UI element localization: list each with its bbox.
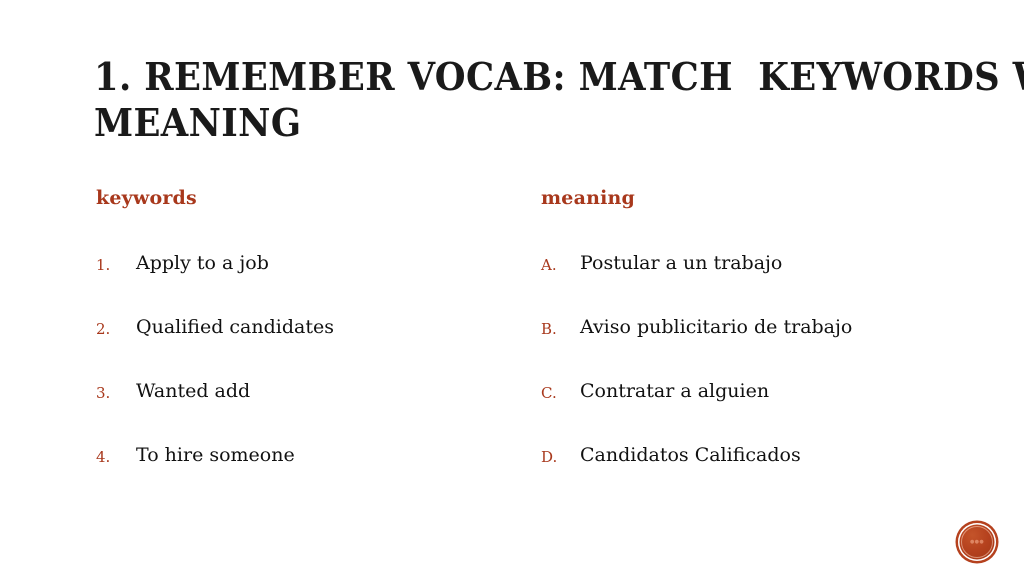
slide-canvas: 1. REMEMBER VOCAB: MATCH KEYWORDS WITH T…	[0, 0, 1024, 576]
list-item-label: Contratar a alguien	[580, 380, 770, 402]
badge-mark-text: ●●●	[970, 539, 984, 545]
list-item-marker: B.	[541, 320, 557, 338]
list-item-marker: A.	[541, 256, 557, 274]
list-item: 4. To hire someone	[96, 442, 516, 506]
list-item-label: Candidatos Calificados	[580, 444, 801, 466]
list-item: B. Aviso publicitario de trabajo	[541, 314, 971, 378]
list-item: 1. Apply to a job	[96, 250, 516, 314]
list-item: 2. Qualified candidates	[96, 314, 516, 378]
page-title-line-1: 1. REMEMBER VOCAB: MATCH KEYWORDS WITH T…	[94, 54, 1024, 99]
list-item-label: Wanted add	[136, 380, 251, 402]
list-item: A. Postular a un trabajo	[541, 250, 971, 314]
list-item-marker: 3.	[96, 384, 111, 402]
list-item: 3. Wanted add	[96, 378, 516, 442]
list-item: D. Candidatos Calificados	[541, 442, 971, 506]
list-item-label: Postular a un trabajo	[580, 252, 783, 274]
list-item-label: To hire someone	[136, 444, 295, 466]
list-item-label: Apply to a job	[136, 252, 269, 274]
list-item-marker: 2.	[96, 320, 111, 338]
list-item-marker: 1.	[96, 256, 111, 274]
column-header-keywords: keywords	[96, 187, 197, 209]
list-item-label: Qualified candidates	[136, 316, 334, 338]
list-item-marker: D.	[541, 448, 558, 466]
meaning-list: A. Postular a un trabajo B. Aviso public…	[541, 250, 971, 506]
list-item: C. Contratar a alguien	[541, 378, 971, 442]
list-item-marker: C.	[541, 384, 557, 402]
keywords-list: 1. Apply to a job 2. Qualified candidate…	[96, 250, 516, 506]
page-title-line-2: MEANING	[94, 100, 302, 145]
page-title: 1. REMEMBER VOCAB: MATCH KEYWORDS WITH T…	[94, 54, 1024, 146]
list-item-marker: 4.	[96, 448, 111, 466]
column-header-meaning: meaning	[541, 187, 636, 209]
corner-logo-badge-icon: ●●●	[958, 523, 996, 561]
list-item-label: Aviso publicitario de trabajo	[580, 316, 853, 338]
